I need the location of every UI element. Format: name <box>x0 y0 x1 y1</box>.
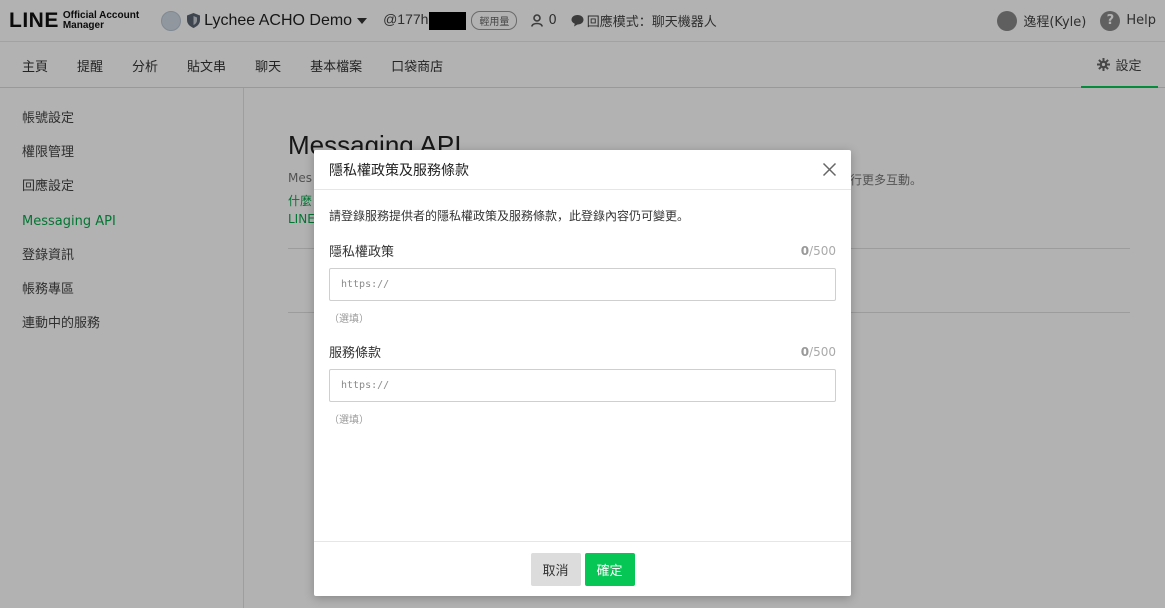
dialog-footer: 取消 確定 <box>314 541 851 596</box>
dialog-title: 隱私權政策及服務條款 <box>329 162 469 179</box>
privacy-label: 隱私權政策 <box>329 245 395 260</box>
dialog-header: 隱私權政策及服務條款 <box>314 150 851 190</box>
dialog-intro: 請登錄服務提供者的隱私權政策及服務條款，此登錄內容仍可變更。 <box>329 209 690 223</box>
privacy-url-input[interactable] <box>329 268 836 301</box>
privacy-counter: 0/500 <box>800 243 836 258</box>
terms-url-input[interactable] <box>329 369 836 402</box>
confirm-button[interactable]: 確定 <box>584 552 635 586</box>
privacy-terms-dialog: 隱私權政策及服務條款 請登錄服務提供者的隱私權政策及服務條款，此登錄內容仍可變更… <box>314 150 851 596</box>
close-icon[interactable] <box>822 162 837 177</box>
privacy-field-header: 隱私權政策 0/500 <box>329 241 836 261</box>
terms-field-header: 服務條款 0/500 <box>329 342 836 362</box>
cancel-button[interactable]: 取消 <box>530 552 581 586</box>
dialog-body: 請登錄服務提供者的隱私權政策及服務條款，此登錄內容仍可變更。 隱私權政策 0/5… <box>314 207 851 426</box>
terms-counter: 0/500 <box>800 344 836 359</box>
privacy-optional-hint: （選填） <box>329 314 369 325</box>
terms-label: 服務條款 <box>329 346 382 361</box>
terms-optional-hint: （選填） <box>329 415 369 426</box>
